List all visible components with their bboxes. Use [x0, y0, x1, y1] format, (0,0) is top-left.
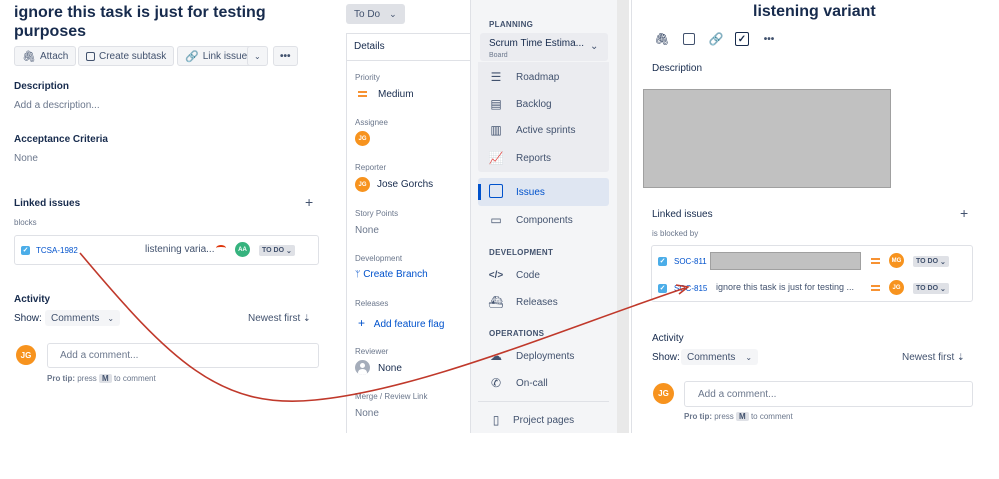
- annotation-arrow-curve: [79, 252, 686, 402]
- annotation-arrow: [79, 252, 690, 402]
